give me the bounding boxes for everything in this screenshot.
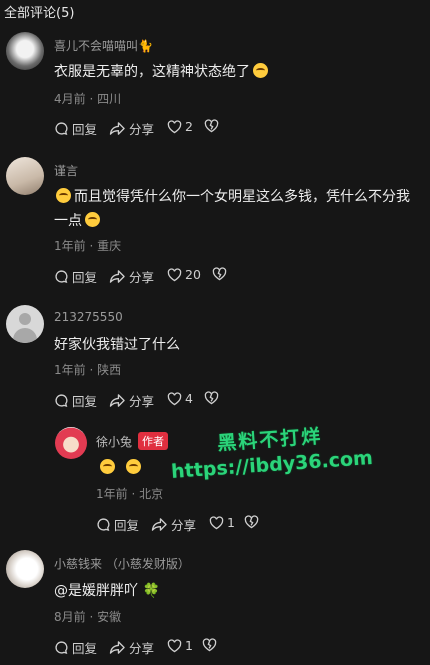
broken-heart-icon bbox=[204, 391, 219, 405]
comment-text-continued: 一点 bbox=[54, 209, 103, 233]
laugh-cry-emoji-icon bbox=[56, 188, 71, 203]
broken-heart-icon bbox=[202, 638, 217, 652]
like-count: 2 bbox=[185, 119, 193, 134]
smile-emoji-icon bbox=[253, 63, 268, 78]
comment-meta: 8月前 · 安徽 bbox=[54, 610, 122, 624]
like-count: 1 bbox=[227, 515, 235, 530]
share-icon bbox=[109, 641, 125, 654]
heart-icon bbox=[167, 638, 182, 652]
comment-author[interactable]: 喜儿不会喵喵叫🐈 bbox=[54, 37, 153, 54]
comment-text-line2: 一点 bbox=[54, 213, 82, 229]
reply-button[interactable]: 回复 bbox=[54, 119, 97, 138]
broken-heart-icon bbox=[212, 267, 227, 281]
avatar[interactable] bbox=[55, 427, 87, 459]
comment-text: 好家伙我错过了什么 bbox=[54, 337, 180, 353]
heart-icon bbox=[167, 391, 182, 405]
share-icon bbox=[151, 518, 167, 531]
comment-meta: 1年前 · 重庆 bbox=[54, 239, 122, 253]
like-button[interactable]: 2 bbox=[167, 119, 193, 134]
share-button[interactable]: 分享 bbox=[109, 391, 154, 410]
heart-icon bbox=[167, 267, 182, 281]
broken-heart-icon bbox=[244, 515, 259, 529]
reply-button[interactable]: 回复 bbox=[54, 638, 97, 657]
reply-icon bbox=[55, 270, 68, 283]
comment-item: 213275550 好家伙我错过了什么 1年前 · 陕西 回复 分享 4 bbox=[0, 305, 430, 415]
comments-header: 全部评论(5) bbox=[4, 6, 75, 21]
like-button[interactable]: 1 bbox=[167, 638, 193, 653]
reply-label: 回复 bbox=[72, 122, 98, 137]
reply-label: 回复 bbox=[114, 518, 140, 533]
share-icon bbox=[109, 122, 125, 135]
avatar[interactable] bbox=[6, 305, 44, 343]
comment-text: 衣服是无辜的，这精神状态绝了 bbox=[54, 60, 271, 84]
reply-label: 回复 bbox=[72, 270, 98, 285]
broken-heart-icon bbox=[204, 119, 219, 133]
share-label: 分享 bbox=[129, 394, 155, 409]
comment-meta: 4月前 · 四川 bbox=[54, 92, 122, 106]
comment-text: 而且觉得凭什么你一个女明星这么多钱，凭什么不分我 bbox=[54, 185, 410, 209]
share-button[interactable]: 分享 bbox=[109, 267, 154, 286]
dislike-button[interactable] bbox=[204, 119, 219, 133]
reply-icon bbox=[55, 122, 68, 135]
reply-button[interactable]: 回复 bbox=[54, 391, 97, 410]
comment-item: 喜儿不会喵喵叫🐈 衣服是无辜的，这精神状态绝了 4月前 · 四川 回复 分享 2 bbox=[0, 30, 430, 145]
avatar[interactable] bbox=[6, 550, 44, 588]
share-button[interactable]: 分享 bbox=[151, 515, 196, 534]
share-label: 分享 bbox=[129, 122, 155, 137]
reply-button[interactable]: 回复 bbox=[54, 267, 97, 286]
share-icon bbox=[109, 270, 125, 283]
reply-icon bbox=[55, 394, 68, 407]
share-icon bbox=[109, 394, 125, 407]
comment-author[interactable]: 小慈钱来 （小慈发财版） bbox=[54, 555, 190, 572]
like-button[interactable]: 20 bbox=[167, 267, 201, 282]
share-label: 分享 bbox=[171, 518, 197, 533]
share-button[interactable]: 分享 bbox=[109, 119, 154, 138]
like-count: 1 bbox=[185, 638, 193, 653]
share-label: 分享 bbox=[129, 641, 155, 656]
dislike-button[interactable] bbox=[212, 267, 227, 281]
laugh-cry-emoji-icon bbox=[85, 212, 100, 227]
default-avatar-icon bbox=[19, 313, 31, 325]
heart-icon bbox=[167, 119, 182, 133]
like-count: 4 bbox=[185, 391, 193, 406]
comment-item: 小慈钱来 （小慈发财版） @是媛胖胖吖 🍀 8月前 · 安徽 回复 分享 1 bbox=[0, 548, 430, 663]
like-button[interactable]: 4 bbox=[167, 391, 193, 406]
dislike-button[interactable] bbox=[202, 638, 217, 652]
heart-icon bbox=[209, 515, 224, 529]
reply-author-name: 徐小兔 bbox=[96, 435, 133, 449]
comment-text-line1: 而且觉得凭什么你一个女明星这么多钱，凭什么不分我 bbox=[74, 189, 410, 205]
comment-author[interactable]: 213275550 bbox=[54, 310, 123, 324]
reply-label: 回复 bbox=[72, 394, 98, 409]
share-button[interactable]: 分享 bbox=[109, 638, 154, 657]
reply-label: 回复 bbox=[72, 641, 98, 656]
laugh-emoji-icon bbox=[126, 459, 141, 474]
dislike-button[interactable] bbox=[204, 391, 219, 405]
author-badge: 作者 bbox=[138, 432, 169, 450]
avatar[interactable] bbox=[6, 157, 44, 195]
reply-button[interactable]: 回复 bbox=[96, 515, 139, 534]
reply-text bbox=[96, 456, 144, 480]
reply-icon bbox=[97, 518, 110, 531]
like-count: 20 bbox=[185, 267, 201, 282]
share-label: 分享 bbox=[129, 270, 155, 285]
comment-text: @是媛胖胖吖 🍀 bbox=[54, 583, 160, 599]
like-button[interactable]: 1 bbox=[209, 515, 235, 530]
comment-text-body: 衣服是无辜的，这精神状态绝了 bbox=[54, 64, 250, 80]
reply-author[interactable]: 徐小兔 作者 bbox=[96, 432, 169, 450]
reply-icon bbox=[55, 641, 68, 654]
reply-meta: 1年前 · 北京 bbox=[96, 487, 164, 501]
comment-meta: 1年前 · 陕西 bbox=[54, 363, 122, 377]
dislike-button[interactable] bbox=[244, 515, 259, 529]
laugh-emoji-icon bbox=[100, 459, 115, 474]
comment-author[interactable]: 谨言 bbox=[54, 162, 78, 179]
comment-item: 谨言 而且觉得凭什么你一个女明星这么多钱，凭什么不分我 一点 1年前 · 重庆 … bbox=[0, 155, 430, 290]
avatar[interactable] bbox=[6, 32, 44, 70]
